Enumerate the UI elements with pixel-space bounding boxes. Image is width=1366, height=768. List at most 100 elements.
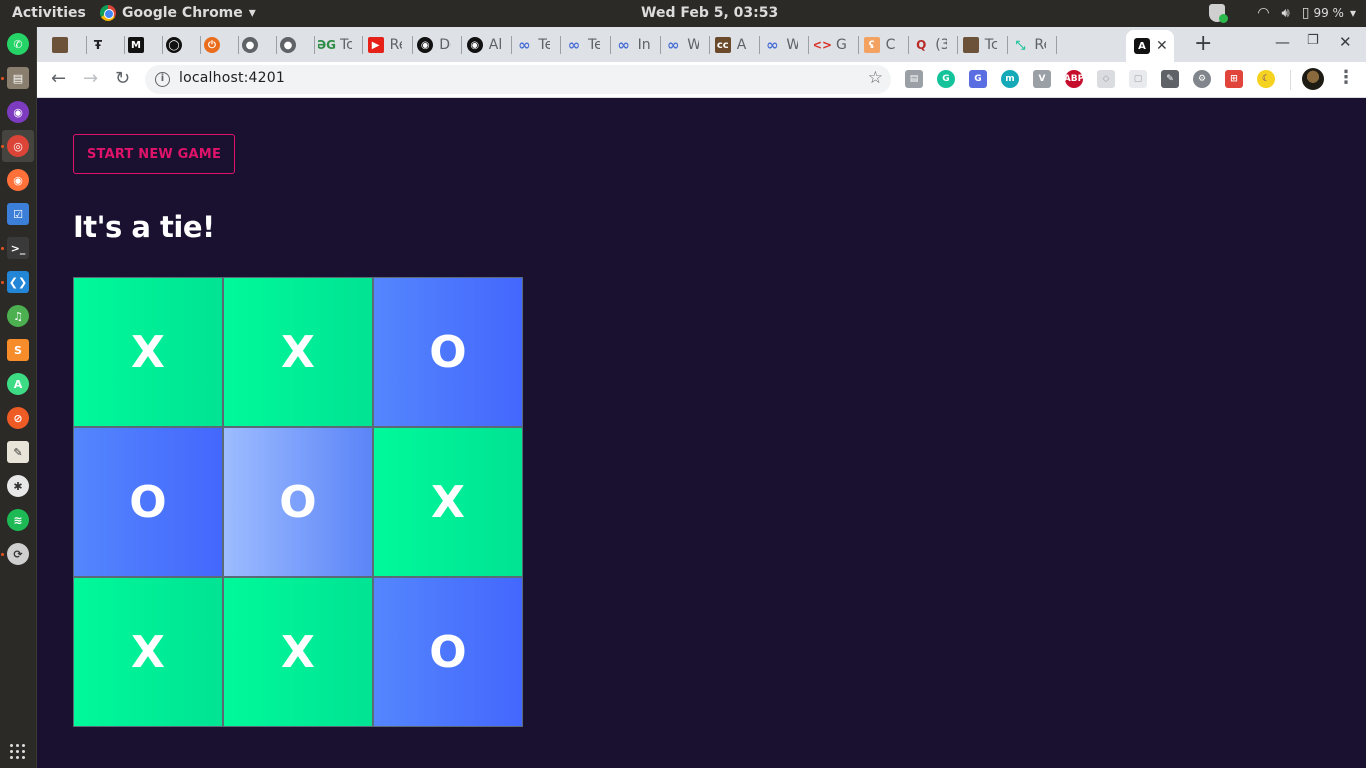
close-tab-icon[interactable]: ✕ <box>1156 38 1168 54</box>
site-info-icon[interactable]: i <box>155 72 170 87</box>
dock-postman-icon[interactable]: ⊘ <box>7 407 29 429</box>
google-translate-extension-icon[interactable]: G <box>969 70 987 88</box>
browser-toolbar: ← → ↻ i localhost:4201 ☆ ⋮ ▤ G Gm V ABP ◇ ▢ ✎ ⚙ ⊞… <box>37 62 1366 98</box>
site-map-extension-icon[interactable]: ⊞ <box>1225 70 1243 88</box>
dark-reader-extension-icon[interactable]: ☾ <box>1257 70 1275 88</box>
c-logo-icon: ʢ <box>863 37 880 53</box>
tab-separator <box>162 36 163 54</box>
youtube-icon: ▶ <box>367 37 384 53</box>
browser-tab[interactable]: ● <box>280 33 306 57</box>
mercury-extension-icon[interactable]: m <box>1001 70 1019 88</box>
browser-tab[interactable]: cc A <box>714 33 749 57</box>
close-window-button[interactable]: ✕ <box>1339 33 1352 51</box>
browser-tab[interactable]: ⤡ Re <box>1012 33 1047 57</box>
chrome-menu-icon[interactable]: ⋮ <box>1337 67 1355 88</box>
disabled-extension-extension-icon[interactable]: ▢ <box>1129 70 1147 88</box>
color-picker-extension-icon[interactable]: ✎ <box>1161 70 1179 88</box>
profile-avatar[interactable] <box>1302 68 1324 90</box>
tab-title: Te <box>588 37 600 53</box>
browser-tab[interactable]: ƏG Tc <box>318 33 352 57</box>
board-cell-2-1[interactable]: X <box>223 577 373 727</box>
browser-tab[interactable]: ● <box>242 33 268 57</box>
dock-sublime-icon[interactable]: S <box>7 339 29 361</box>
browser-tab[interactable]: ⏻ <box>204 33 230 57</box>
dock-vscode-icon[interactable]: ❮❯ <box>7 271 29 293</box>
dock-whatsapp-icon[interactable]: ✆ <box>7 33 29 55</box>
clipboard-extension-icon[interactable]: ▤ <box>905 70 923 88</box>
browser-tab[interactable]: Q (3 <box>913 33 947 57</box>
browser-tab[interactable]: Tc <box>962 33 997 57</box>
show-applications-icon[interactable] <box>10 744 25 759</box>
dock-software-updater-icon[interactable]: ⟳ <box>7 543 29 565</box>
tab-title: C <box>885 37 896 53</box>
board-cell-1-2[interactable]: X <box>373 427 523 577</box>
dock-spotify-icon[interactable]: ≋ <box>7 509 29 531</box>
browser-tab[interactable]: ◯ <box>166 33 192 57</box>
browser-tab[interactable]: ∞ Te <box>516 33 550 57</box>
board-cell-0-0[interactable]: X <box>73 277 223 427</box>
privacy-badger-extension-icon[interactable]: ◇ <box>1097 70 1115 88</box>
board-cell-2-0[interactable]: X <box>73 577 223 727</box>
board-cell-1-1[interactable]: O <box>223 427 373 577</box>
system-tray[interactable]: ◠ 🔊︎ ▯ 99 % ▾ <box>1209 4 1356 23</box>
board-cell-0-2[interactable]: O <box>373 277 523 427</box>
dock-tor-browser-icon[interactable]: ◉ <box>7 101 29 123</box>
browser-tab[interactable]: ∞ In <box>616 33 649 57</box>
chrome-icon <box>100 5 116 21</box>
security-shield-icon <box>1209 4 1229 23</box>
spiral-icon: ◉ <box>417 37 434 53</box>
tab-title: Tc <box>984 37 997 53</box>
app-menu[interactable]: Google Chrome ▾ <box>100 5 256 21</box>
forward-button[interactable]: → <box>83 68 98 89</box>
code-icon: <> <box>814 38 833 52</box>
browser-tab[interactable]: M <box>128 33 154 57</box>
tab-separator <box>610 36 611 54</box>
browser-tab[interactable]: Ŧ <box>90 33 116 57</box>
back-button[interactable]: ← <box>51 68 66 89</box>
adblock-plus-extension-icon[interactable]: ABP <box>1064 70 1084 88</box>
active-browser-tab[interactable]: A ✕ <box>1126 30 1174 62</box>
tray-chevron-down-icon: ▾ <box>1349 6 1356 20</box>
restore-button[interactable]: ❐ <box>1307 33 1319 48</box>
browser-tab[interactable]: ▶ Re <box>367 33 402 57</box>
browser-tab[interactable]: ∞ W <box>764 33 798 57</box>
tab-separator <box>124 36 125 54</box>
url-text[interactable]: localhost:4201 <box>179 70 285 86</box>
running-indicator <box>1 77 4 80</box>
reload-button[interactable]: ↻ <box>115 68 130 89</box>
dock-text-editor-icon[interactable]: ✎ <box>7 441 29 463</box>
browser-tab[interactable]: ◉ Al <box>466 33 501 57</box>
dock-tasks-icon[interactable]: ☑ <box>7 203 29 225</box>
dock-android-studio-icon[interactable]: A <box>7 373 29 395</box>
cc-icon: cc <box>714 37 731 53</box>
infinity-icon: ∞ <box>518 36 531 54</box>
angular-icon: A <box>1134 38 1150 54</box>
new-tab-button[interactable]: + <box>1194 31 1212 56</box>
dock-files-icon[interactable]: ▤ <box>7 67 29 89</box>
dock-firefox-icon[interactable]: ◉ <box>7 169 29 191</box>
address-bar[interactable]: i localhost:4201 ☆ <box>145 65 891 94</box>
settings-gear-extension-icon[interactable]: ⚙ <box>1193 70 1211 88</box>
page-content: START NEW GAME It's a tie! X X O O O X X X O <box>37 98 1366 768</box>
dock-music-icon[interactable]: ♫ <box>7 305 29 327</box>
browser-tab[interactable]: ◉ De <box>417 33 451 57</box>
app-menu-label: Google Chrome <box>122 5 243 21</box>
browser-tab[interactable] <box>52 33 78 57</box>
browser-tab[interactable]: ∞ W <box>665 33 699 57</box>
browser-tab[interactable]: ʢC <box>863 33 898 57</box>
grammarly-extension-icon[interactable]: G <box>937 70 955 88</box>
clock[interactable]: Wed Feb 5, 03:53 <box>641 5 778 21</box>
dock-terminal-icon[interactable]: >_ <box>7 237 29 259</box>
board-cell-1-0[interactable]: O <box>73 427 223 577</box>
dock-chrome-icon[interactable]: ◎ <box>7 135 29 157</box>
browser-tab[interactable]: <> G <box>814 33 848 57</box>
minimize-button[interactable]: — <box>1275 33 1290 51</box>
board-cell-0-1[interactable]: X <box>223 277 373 427</box>
start-new-game-button[interactable]: START NEW GAME <box>73 134 235 174</box>
board-cell-2-2[interactable]: O <box>373 577 523 727</box>
browser-tab[interactable]: ∞ Te <box>566 33 600 57</box>
dock-slack-icon[interactable]: ✱ <box>7 475 29 497</box>
bookmark-star-icon[interactable]: ☆ <box>868 68 883 88</box>
vuejs-devtools-extension-icon[interactable]: V <box>1033 70 1051 88</box>
activities-button[interactable]: Activities <box>12 5 86 21</box>
